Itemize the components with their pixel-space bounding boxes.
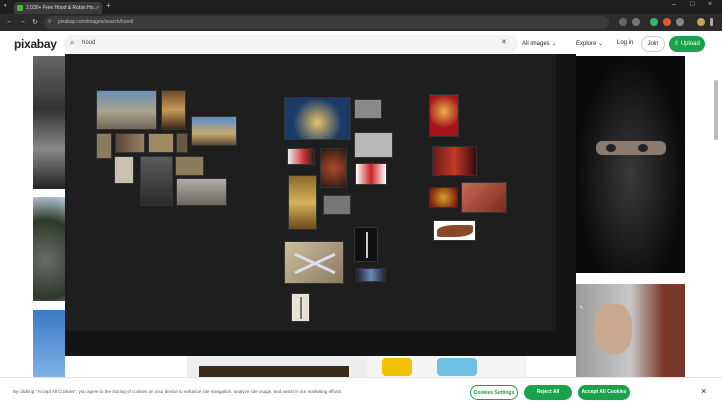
- search-icon: ⌕: [70, 38, 75, 47]
- thumb-nave[interactable]: [115, 133, 145, 153]
- upload-button[interactable]: ⇧ Upload: [669, 36, 705, 52]
- thumb-blue-blade[interactable]: [356, 268, 386, 282]
- browser-tab[interactable]: 2,030+ Free Hood & Robin Ho... ×: [14, 2, 102, 14]
- thumb-venetian-mask[interactable]: [429, 94, 459, 137]
- thumb-grey-cathedral[interactable]: [176, 178, 227, 206]
- cartoon-yellow: [382, 358, 412, 376]
- search-value: hood: [82, 40, 96, 46]
- cookie-message: By clicking "Accept All Cookies", you ag…: [13, 389, 343, 394]
- thumb-dark-spires[interactable]: [140, 156, 173, 206]
- dark-band: [199, 366, 349, 377]
- result-photo-sky[interactable]: [33, 310, 65, 377]
- reject-all-button[interactable]: Reject All: [524, 385, 572, 400]
- new-tab-button[interactable]: +: [106, 1, 111, 10]
- cast-icon[interactable]: [619, 18, 627, 26]
- search-input[interactable]: ⌕ hood ✕: [64, 35, 518, 53]
- thumb-leaf-blade[interactable]: [433, 220, 476, 241]
- knife-blade: [300, 297, 302, 319]
- extensions-icon[interactable]: [676, 18, 684, 26]
- reload-icon[interactable]: ↻: [32, 18, 38, 26]
- thumb-playing-card[interactable]: [355, 163, 387, 185]
- thumb-queen-gown[interactable]: [284, 97, 351, 140]
- thumb-red-figure[interactable]: [287, 148, 315, 165]
- thumb-bw-portrait[interactable]: [323, 195, 351, 215]
- thumb-crossed-swords[interactable]: [284, 241, 344, 284]
- minimize-icon[interactable]: –: [672, 1, 676, 8]
- thumb-gold-mask[interactable]: [429, 187, 458, 208]
- leaf-shape: [437, 225, 473, 237]
- page-scrollbar[interactable]: [714, 80, 718, 140]
- result-photo-hooded-face[interactable]: [576, 56, 685, 273]
- media-type-label: All images: [522, 41, 550, 47]
- extension-orange-icon[interactable]: [663, 18, 671, 26]
- result-photo-bird[interactable]: [33, 197, 65, 301]
- thumb-window[interactable]: [176, 133, 188, 153]
- maximize-icon[interactable]: □: [690, 1, 694, 8]
- upload-label: Upload: [680, 41, 700, 47]
- explore-menu[interactable]: Explore ⌄: [576, 40, 603, 47]
- pixabay-logo[interactable]: pixabay: [14, 37, 57, 51]
- tab-close-icon[interactable]: ×: [96, 2, 99, 14]
- address-bar[interactable]: ⚲ pixabay.com/images/search/hood/: [44, 16, 609, 29]
- favicon-icon: [17, 5, 23, 11]
- browser-menu-icon[interactable]: [710, 18, 713, 26]
- browser-toolbar: ← → ↻ ⚲ pixabay.com/images/search/hood/: [0, 14, 722, 31]
- thumb-hands[interactable]: [461, 182, 507, 213]
- cookies-settings-button[interactable]: Cookies Settings: [470, 385, 518, 400]
- thumb-facade-white[interactable]: [114, 156, 134, 184]
- mouse-pointer-icon: ⬉: [579, 305, 585, 311]
- image-preview-overlay: ⬉: [65, 54, 584, 356]
- address-url: pixabay.com/images/search/hood/: [58, 19, 134, 25]
- thumb-church-blue-sky[interactable]: [191, 116, 237, 146]
- thumb-knife-white[interactable]: [291, 293, 310, 322]
- result-photo-cartoon[interactable]: [367, 356, 527, 377]
- close-banner-icon[interactable]: ×: [701, 386, 706, 396]
- left-eye: [606, 144, 616, 152]
- cookie-banner: By clicking "Accept All Cookies", you ag…: [0, 377, 722, 407]
- dagger-blade: [366, 232, 368, 258]
- join-button[interactable]: Join: [641, 36, 665, 52]
- clear-search-icon[interactable]: ✕: [501, 38, 507, 46]
- right-eye: [638, 144, 648, 152]
- man-face: [594, 304, 632, 354]
- lock-icon: ⚲: [48, 19, 52, 25]
- bookmark-star-icon[interactable]: [632, 18, 640, 26]
- forward-icon[interactable]: →: [19, 18, 26, 25]
- thumb-statue-grey[interactable]: [354, 99, 382, 119]
- profile-avatar[interactable]: [697, 18, 705, 26]
- result-photo-man-hoodie[interactable]: [576, 284, 685, 377]
- chevron-down-icon: ⌄: [598, 41, 604, 47]
- thumb-red-mask[interactable]: [320, 148, 347, 188]
- overlay-panel: [65, 54, 556, 331]
- tab-menu-icon[interactable]: ▾: [4, 3, 11, 10]
- media-type-dropdown[interactable]: All images ⌄: [522, 40, 556, 47]
- thumb-stone-hall[interactable]: [175, 156, 204, 176]
- thumb-dagger-dark[interactable]: [354, 227, 378, 262]
- thumb-cathedral-interior[interactable]: [161, 90, 186, 130]
- thumb-cathedral-facade[interactable]: [96, 90, 157, 130]
- thumb-white-ornament[interactable]: [354, 132, 393, 158]
- thumb-golden-door[interactable]: [288, 175, 317, 230]
- explore-label: Explore: [576, 41, 597, 47]
- accept-all-cookies-button[interactable]: Accept All Cookies: [578, 385, 630, 400]
- thumb-red-carnival[interactable]: [432, 146, 477, 176]
- thumb-arch-small[interactable]: [96, 133, 112, 159]
- upload-icon: ⇧: [674, 41, 681, 47]
- login-link[interactable]: Log in: [617, 40, 633, 46]
- tab-title: 2,030+ Free Hood & Robin Ho...: [26, 5, 98, 11]
- result-photo-snow-trees[interactable]: [33, 56, 65, 189]
- extension-green-icon[interactable]: [650, 18, 658, 26]
- back-icon[interactable]: ←: [6, 18, 13, 25]
- cartoon-blue: [437, 358, 477, 376]
- result-photo-strip-a[interactable]: [187, 356, 367, 377]
- browser-tab-strip: ▾ 2,030+ Free Hood & Robin Ho... × + – □…: [0, 0, 722, 14]
- thumb-cloister[interactable]: [148, 133, 174, 153]
- chevron-down-icon: ⌄: [551, 41, 557, 47]
- window-close-icon[interactable]: ×: [708, 1, 712, 8]
